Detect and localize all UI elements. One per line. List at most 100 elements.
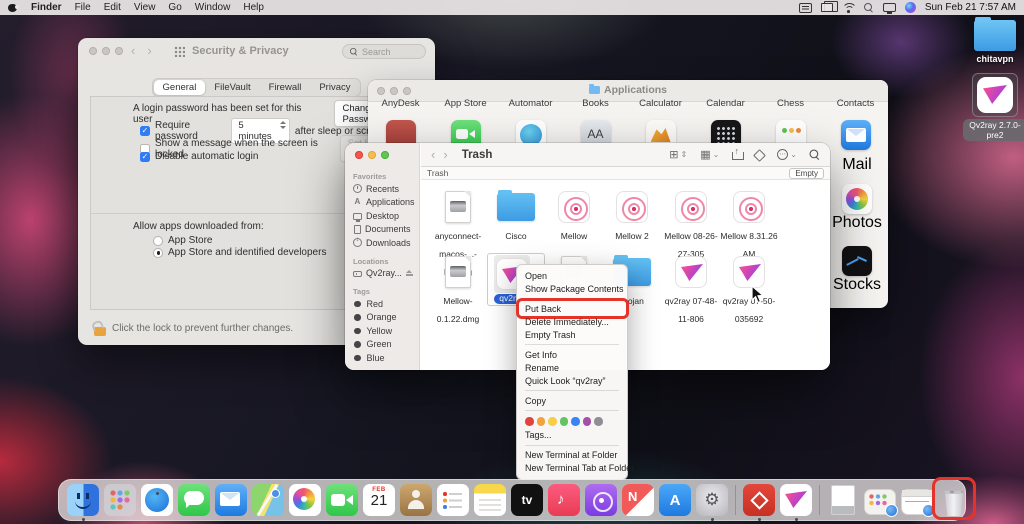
contacts-icon[interactable] [400,484,432,516]
view-grid-icon[interactable]: ⊞⇕ [669,148,687,161]
tag-color-dot[interactable] [571,417,580,426]
zoom-icon[interactable] [115,47,123,55]
menu-view[interactable]: View [132,2,158,13]
app-label[interactable]: Chess [758,98,823,109]
file-mellow[interactable]: Mellow [545,188,603,244]
mission-control-icon[interactable] [821,3,833,12]
trash-icon[interactable] [938,484,970,516]
menu-item-quick-look[interactable]: Quick Look “qv2ray” [517,374,627,387]
sidebar-item-applications[interactable]: Applications [345,196,419,210]
anydesk-icon[interactable] [743,484,775,516]
photos-icon[interactable] [289,484,321,516]
menu-item-open[interactable]: Open [517,269,627,282]
menu-help[interactable]: Help [241,2,266,13]
sidebar-item-downloads[interactable]: Downloads [345,236,419,250]
menu-file[interactable]: File [73,2,93,13]
file-cisco[interactable]: Cisco [487,188,545,244]
file-qv2ray-2[interactable]: qv2ray 07-48-11-806 [662,253,720,327]
disk-image-icon[interactable] [827,484,859,516]
tag-color-dot[interactable] [525,417,534,426]
menu-item-delete-immediately[interactable]: Delete Immediately... [517,315,627,328]
tag-color-dot[interactable] [548,417,557,426]
app-photos[interactable]: Photos [826,184,888,232]
app-label[interactable]: Automator [498,98,563,109]
app-mail[interactable]: Mail [826,156,888,174]
actions-icon[interactable]: ⋯⌄ [777,149,797,160]
sidebar-item-qv2ray-volume[interactable]: Qv2ray... [345,267,419,281]
minimized-window-apps-icon[interactable] [864,489,896,515]
zoom-icon[interactable] [381,151,389,159]
wifi-icon[interactable] [842,3,855,13]
zoom-icon[interactable] [403,87,411,95]
safari-icon[interactable] [141,484,173,516]
launchpad-icon[interactable] [104,484,136,516]
facetime-icon[interactable] [326,484,358,516]
qv2ray-icon[interactable] [780,484,812,516]
tab-firewall[interactable]: Firewall [260,80,311,95]
sidebar-item-desktop[interactable]: Desktop [345,209,419,223]
app-store-radio[interactable] [153,236,163,246]
finder-icon[interactable] [67,484,99,516]
app-stocks[interactable]: Stocks [826,246,888,294]
calendar-icon[interactable]: FEB21 [363,484,395,516]
show-all-icon[interactable] [174,46,185,57]
forward-button[interactable]: › [443,147,447,162]
menu-finder[interactable]: Finder [29,2,64,13]
file-mellow-dmg[interactable]: Mellow-0.1.22.dmg [429,253,487,327]
app-label[interactable]: AnyDesk [368,98,433,109]
app-label[interactable]: Contacts [823,98,888,109]
menu-item-get-info[interactable]: Get Info [517,348,627,361]
sidebar-item-documents[interactable]: Documents [345,223,419,237]
back-forward-buttons[interactable]: ‹› [131,43,164,58]
menu-item-tags[interactable]: Tags... [517,429,627,442]
file-mellow-4[interactable]: Mellow 8.31.26 AM [720,188,778,262]
minimize-icon[interactable] [102,47,110,55]
tag-color-dot[interactable] [537,417,546,426]
desktop-icon-chitavpn[interactable]: chitavpn [963,20,1024,64]
file-mellow-2[interactable]: Mellow 2 [603,188,661,244]
minimized-window-finder-icon[interactable] [901,489,933,515]
display-icon[interactable] [883,3,896,12]
tv-icon[interactable] [511,484,543,516]
menu-item-put-back[interactable]: Put Back [517,302,627,315]
tags-icon[interactable] [753,149,766,162]
window-controls[interactable] [377,87,411,95]
menu-bar-clock[interactable]: Sun Feb 21 7:57 AM [925,2,1016,13]
tag-color-dot[interactable] [594,417,603,426]
menu-item-new-terminal-tab[interactable]: New Terminal Tab at Folder [517,462,627,475]
menu-item-show-package-contents[interactable]: Show Package Contents [517,282,627,295]
tab-filevault[interactable]: FileVault [205,80,259,95]
spotlight-icon[interactable] [864,3,874,13]
menu-edit[interactable]: Edit [102,2,123,13]
sidebar-tag-orange[interactable]: Orange [345,311,419,325]
disable-auto-login-checkbox[interactable]: ✓ [140,152,150,162]
messages-icon[interactable] [178,484,210,516]
file-mellow-3[interactable]: Mellow 08-26-27-305 [662,188,720,262]
sidebar-tag-blue[interactable]: Blue [345,351,419,365]
close-icon[interactable] [355,151,363,159]
window-controls[interactable] [355,151,389,159]
menu-item-copy[interactable]: Copy [517,394,627,407]
app-store-icon[interactable] [659,484,691,516]
group-by-icon[interactable]: ▦⌄ [700,148,719,161]
menu-window[interactable]: Window [193,2,233,13]
lock-icon[interactable] [94,321,107,336]
desktop-icon-qv2ray[interactable]: Qv2ray 2.7.0-pre2 [963,73,1024,143]
maps-icon[interactable] [252,484,284,516]
sidebar-tag-red[interactable]: Red [345,297,419,311]
notes-icon[interactable] [474,484,506,516]
siri-icon[interactable] [905,2,916,13]
search-icon[interactable] [810,149,821,160]
tab-privacy[interactable]: Privacy [310,80,359,95]
apple-menu-icon[interactable] [8,2,17,13]
podcasts-icon[interactable] [585,484,617,516]
close-icon[interactable] [89,47,97,55]
menu-go[interactable]: Go [166,2,183,13]
window-controls[interactable] [89,47,123,55]
menu-item-empty-trash[interactable]: Empty Trash [517,328,627,341]
app-label[interactable]: Calendar [693,98,758,109]
tag-color-dot[interactable] [583,417,592,426]
sidebar-tag-green[interactable]: Green [345,338,419,352]
share-icon[interactable] [732,149,742,160]
app-label[interactable]: App Store [433,98,498,109]
